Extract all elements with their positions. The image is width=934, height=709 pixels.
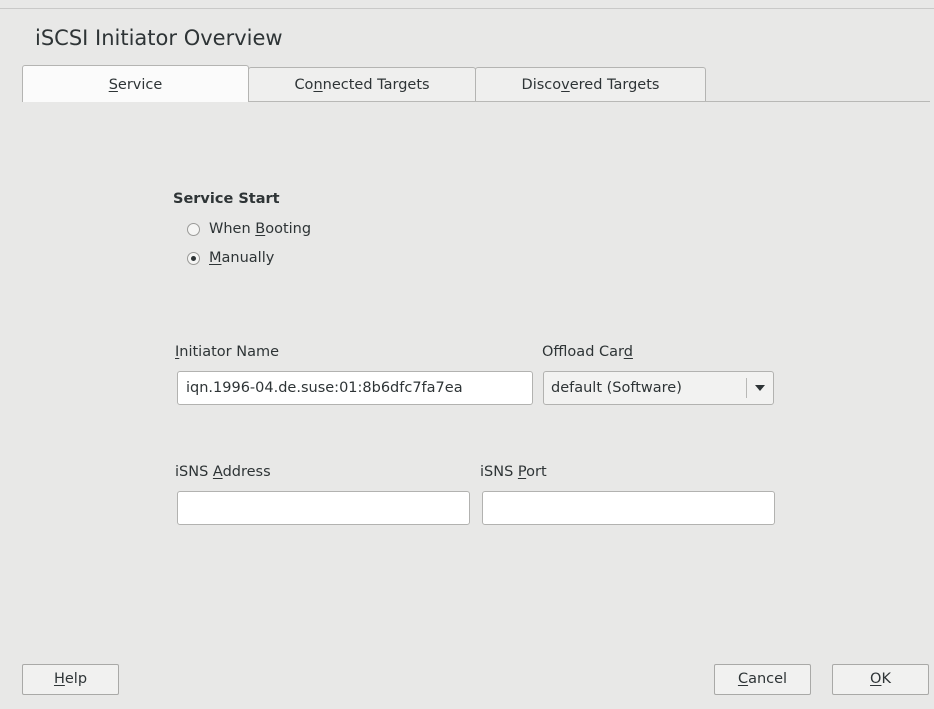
- isns-address-label: iSNS Address: [175, 464, 271, 480]
- tab-discovered-targets[interactable]: Discovered Targets: [475, 67, 706, 101]
- help-button[interactable]: Help: [22, 664, 119, 695]
- offload-card-select[interactable]: default (Software): [543, 371, 774, 405]
- ok-button[interactable]: OK: [832, 664, 929, 695]
- tab-label-part: Disco: [521, 77, 562, 93]
- radio-checked-icon[interactable]: [187, 251, 200, 265]
- initiator-name-field[interactable]: iqn.1996-04.de.suse:01:8b6dfc7fa7ea: [177, 371, 533, 405]
- tab-label-part: Co: [294, 77, 314, 93]
- tab-label-part: ered Targets: [569, 77, 660, 93]
- window-top-border: [0, 8, 934, 9]
- radio-label: When Booting: [209, 221, 312, 237]
- radio-when-booting[interactable]: When Booting: [187, 218, 311, 240]
- cancel-button[interactable]: Cancel: [714, 664, 811, 695]
- isns-port-field[interactable]: [482, 491, 775, 525]
- initiator-name-label: Initiator Name: [175, 344, 280, 360]
- tab-mnemonic: S: [108, 77, 118, 93]
- radio-unchecked-icon[interactable]: [187, 222, 200, 236]
- service-start-heading: Service Start: [173, 191, 280, 207]
- radio-manually[interactable]: Manually: [187, 247, 274, 269]
- radio-label: Manually: [209, 250, 275, 266]
- tab-label-part: nected Targets: [322, 77, 430, 93]
- page-title: iSCSI Initiator Overview: [35, 26, 283, 50]
- offload-card-label: Offload Card: [542, 344, 633, 360]
- offload-card-value: default (Software): [551, 380, 682, 396]
- dropdown-arrow-icon[interactable]: [747, 385, 773, 391]
- isns-address-field[interactable]: [177, 491, 470, 525]
- tab-service[interactable]: Service: [22, 65, 249, 102]
- tab-mnemonic: v: [561, 77, 570, 93]
- tab-connected-targets[interactable]: Connected Targets: [248, 67, 476, 101]
- isns-port-label: iSNS Port: [480, 464, 547, 480]
- tab-label-part: ervice: [117, 77, 163, 93]
- tab-mnemonic: n: [313, 77, 323, 93]
